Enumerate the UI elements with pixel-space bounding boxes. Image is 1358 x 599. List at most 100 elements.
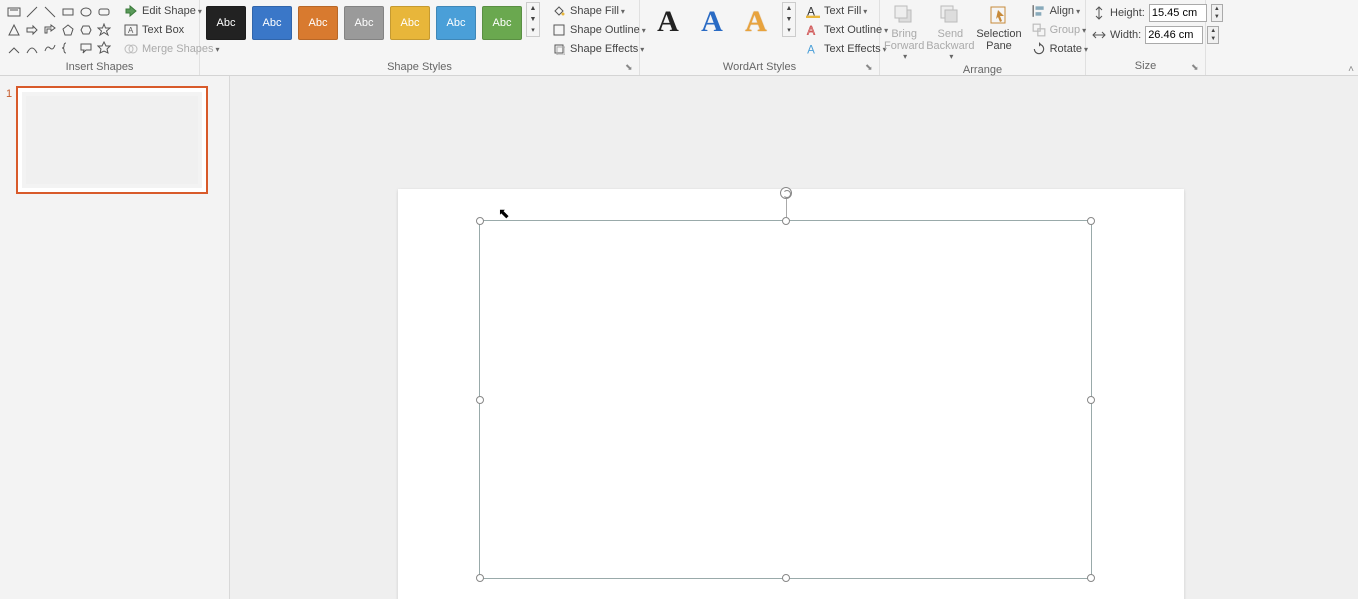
text-fill-icon: A <box>806 4 820 18</box>
shape-style-swatch-5[interactable]: Abc <box>390 6 430 40</box>
spin-up-icon[interactable]: ▲ <box>1208 27 1218 35</box>
resize-handle-br[interactable] <box>1087 574 1095 582</box>
selected-shape[interactable] <box>479 220 1092 579</box>
resize-handle-bm[interactable] <box>782 574 790 582</box>
rotate-icon <box>1032 42 1046 56</box>
group-label-shape-styles: Shape Styles <box>200 60 639 75</box>
scroll-down-icon[interactable]: ▼ <box>783 14 795 25</box>
rotation-handle[interactable] <box>780 187 792 199</box>
shape-triangle-icon[interactable] <box>6 22 22 38</box>
shape-brace-icon[interactable] <box>60 40 76 56</box>
gallery-more-icon[interactable]: ▾ <box>783 25 795 36</box>
spin-down-icon[interactable]: ▼ <box>1212 13 1222 21</box>
height-icon <box>1092 6 1106 20</box>
shape-text-box-icon[interactable] <box>6 4 22 20</box>
rotate-button[interactable]: Rotate▾ <box>1028 40 1092 58</box>
shape-effects-label: Shape Effects <box>570 43 638 55</box>
shape-style-swatch-1[interactable]: Abc <box>206 6 246 40</box>
wordart-style-3[interactable]: A <box>738 4 774 40</box>
shape-hexagon-icon[interactable] <box>78 22 94 38</box>
shape-style-swatch-6[interactable]: Abc <box>436 6 476 40</box>
group-label: Group <box>1050 24 1081 36</box>
shape-style-swatch-7[interactable]: Abc <box>482 6 522 40</box>
shape-fill-button[interactable]: Shape Fill▾ <box>548 2 650 20</box>
scroll-up-icon[interactable]: ▲ <box>783 3 795 14</box>
merge-shapes-icon <box>124 42 138 56</box>
group-label-size: Size <box>1086 59 1205 75</box>
text-outline-button[interactable]: A Text Outline▾ <box>802 21 892 39</box>
shapes-gallery[interactable] <box>4 2 114 58</box>
shape-style-swatch-4[interactable]: Abc <box>344 6 384 40</box>
rotation-line <box>786 199 787 217</box>
resize-handle-mr[interactable] <box>1087 396 1095 404</box>
text-fill-button[interactable]: A Text Fill▾ <box>802 2 892 20</box>
gallery-scroll[interactable]: ▲ ▼ ▾ <box>526 2 540 37</box>
width-label: Width: <box>1110 29 1141 41</box>
height-spinner[interactable]: ▲▼ <box>1211 4 1223 22</box>
bring-forward-label: Bring Forward <box>884 28 924 52</box>
send-backward-icon <box>939 4 961 26</box>
text-outline-label: Text Outline <box>824 24 882 36</box>
bring-forward-button: Bring Forward ▾ <box>884 2 924 61</box>
bring-forward-icon <box>893 4 915 26</box>
resize-handle-tl[interactable] <box>476 217 484 225</box>
svg-text:A: A <box>807 25 815 37</box>
resize-handle-ml[interactable] <box>476 396 484 404</box>
shape-line2-icon[interactable] <box>42 4 58 20</box>
dropdown-caret-icon: ▾ <box>863 7 867 16</box>
shape-callout-icon[interactable] <box>78 40 94 56</box>
collapse-ribbon-icon[interactable]: ˄ <box>1348 64 1354 75</box>
dialog-launcher-icon[interactable]: ⬊ <box>865 62 877 74</box>
slide-thumbnail-1[interactable] <box>16 86 208 194</box>
wordart-style-1[interactable]: A <box>650 4 686 40</box>
shape-line-icon[interactable] <box>24 4 40 20</box>
group-size: Height: ▲▼ Width: ▲▼ Size ⬊ <box>1086 0 1206 75</box>
wordart-gallery[interactable]: A A A <box>644 2 780 42</box>
shape-connector-icon[interactable] <box>6 40 22 56</box>
text-box-label: Text Box <box>142 24 184 36</box>
width-input[interactable] <box>1145 26 1203 44</box>
shape-arrow-bent-icon[interactable] <box>42 22 58 38</box>
shape-oval-icon[interactable] <box>78 4 94 20</box>
selection-pane-label: Selection Pane <box>976 28 1021 52</box>
dropdown-caret-icon: ▾ <box>621 7 625 16</box>
shape-style-gallery[interactable]: AbcAbcAbcAbcAbcAbcAbc <box>204 2 524 44</box>
shape-effects-button[interactable]: Shape Effects▾ <box>548 40 650 58</box>
shape-rect-icon[interactable] <box>60 4 76 20</box>
scroll-down-icon[interactable]: ▼ <box>527 14 539 25</box>
wordart-gallery-scroll[interactable]: ▲ ▼ ▾ <box>782 2 796 37</box>
resize-handle-tr[interactable] <box>1087 217 1095 225</box>
text-effects-button[interactable]: A Text Effects▾ <box>802 40 892 58</box>
spin-up-icon[interactable]: ▲ <box>1212 5 1222 13</box>
group-label-arrange: Arrange <box>880 63 1085 77</box>
align-icon <box>1032 4 1046 18</box>
shape-action-icon[interactable] <box>96 40 112 56</box>
width-spinner[interactable]: ▲▼ <box>1207 26 1219 44</box>
shape-style-swatch-3[interactable]: Abc <box>298 6 338 40</box>
shape-curve-icon[interactable] <box>24 40 40 56</box>
align-button[interactable]: Align▾ <box>1028 2 1092 20</box>
dialog-launcher-icon[interactable]: ⬊ <box>625 62 637 74</box>
resize-handle-bl[interactable] <box>476 574 484 582</box>
gallery-more-icon[interactable]: ▾ <box>527 25 539 36</box>
shape-arrow-r-icon[interactable] <box>24 22 40 38</box>
rotate-label: Rotate <box>1050 43 1082 55</box>
slide-thumbnail-panel[interactable]: 1 <box>0 76 230 599</box>
shape-outline-button[interactable]: Shape Outline▾ <box>548 21 650 39</box>
shape-style-swatch-2[interactable]: Abc <box>252 6 292 40</box>
selection-pane-button[interactable]: Selection Pane <box>976 2 1021 52</box>
resize-handle-tm[interactable] <box>782 217 790 225</box>
spin-down-icon[interactable]: ▼ <box>1208 35 1218 43</box>
slide-canvas[interactable]: ⬉ <box>230 76 1358 599</box>
shape-rounded-icon[interactable] <box>96 4 112 20</box>
scroll-up-icon[interactable]: ▲ <box>527 3 539 14</box>
shape-star-icon[interactable] <box>96 22 112 38</box>
wordart-style-2[interactable]: A <box>694 4 730 40</box>
group-button: Group▾ <box>1028 21 1092 39</box>
height-input[interactable] <box>1149 4 1207 22</box>
shape-fill-label: Shape Fill <box>570 5 619 17</box>
shape-freeform-icon[interactable] <box>42 40 58 56</box>
dialog-launcher-icon[interactable]: ⬊ <box>1191 62 1203 74</box>
shape-pentagon-icon[interactable] <box>60 22 76 38</box>
group-wordart-styles: A A A ▲ ▼ ▾ A Text Fill▾ A Text Outline▾ <box>640 0 880 75</box>
